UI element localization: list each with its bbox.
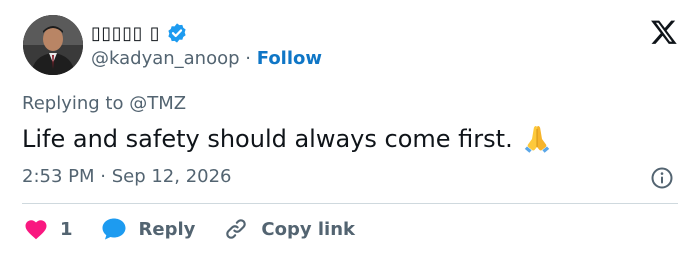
avatar[interactable] [23, 15, 83, 75]
author-handle[interactable]: @kadyan_anoop [91, 48, 240, 69]
like-count: 1 [60, 218, 73, 240]
replying-handle-link[interactable]: @TMZ [129, 93, 186, 114]
author-name-row: ▯▯▯▯▯ ▯ [91, 20, 188, 46]
reply-button[interactable]: Reply [101, 217, 196, 241]
tweet-body: Life and safety should always come first… [22, 125, 513, 153]
author-name[interactable]: ▯▯▯▯▯ ▯ [91, 23, 160, 44]
replying-to: Replying to @TMZ [22, 93, 186, 114]
copy-link-button[interactable]: Copy link [223, 216, 355, 242]
info-icon[interactable] [650, 166, 674, 190]
verified-badge-icon [168, 23, 186, 43]
avatar-photo [23, 15, 83, 75]
replying-prefix: Replying to [22, 93, 124, 114]
divider [22, 203, 678, 204]
reply-label: Reply [138, 218, 196, 240]
speech-bubble-icon [102, 218, 126, 240]
tweet-timestamp[interactable]: 2:53 PM · Sep 12, 2026 [22, 166, 232, 187]
heart-icon [25, 220, 47, 240]
tweet-text: Life and safety should always come first… [22, 123, 553, 155]
copy-link-label: Copy link [261, 218, 355, 240]
x-logo-icon[interactable] [650, 18, 678, 46]
author-handle-row: @kadyan_anoop · Follow [91, 48, 322, 69]
link-icon [226, 219, 247, 239]
like-button[interactable]: 1 [24, 218, 73, 240]
folded-hands-icon [524, 126, 549, 153]
action-bar: 1 Reply Copy link [24, 214, 355, 244]
follow-button[interactable]: Follow [257, 48, 322, 69]
separator-dot: · [245, 48, 252, 69]
